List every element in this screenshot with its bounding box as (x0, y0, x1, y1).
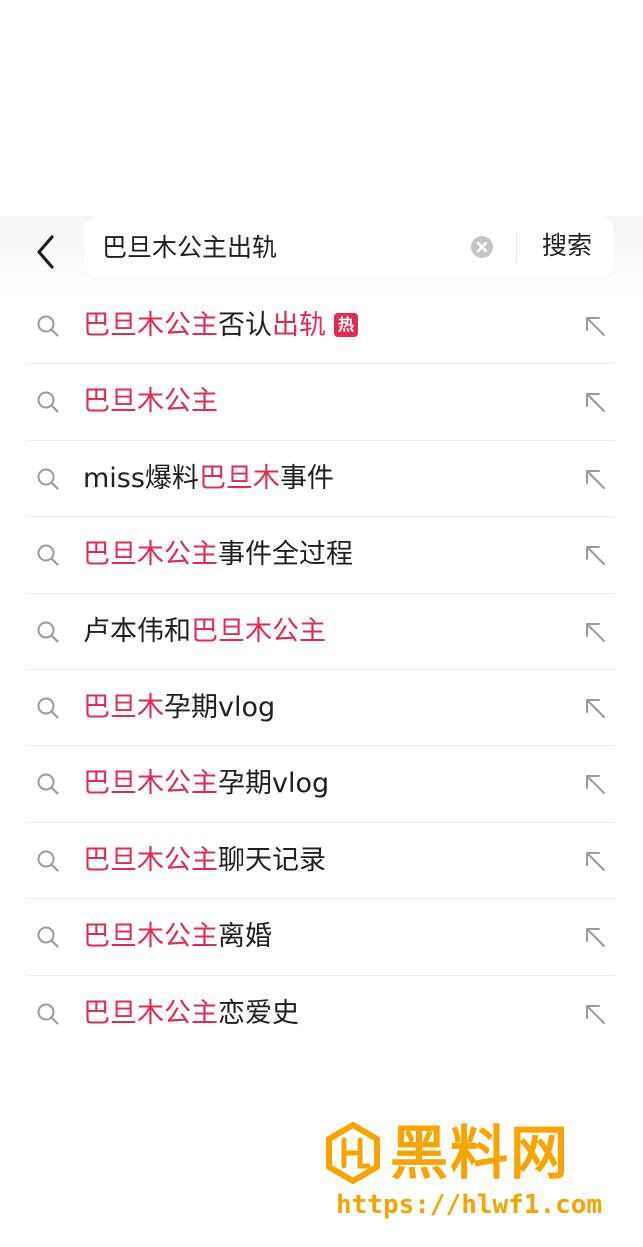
suggestion-match-text: 巴旦木 (83, 691, 164, 723)
arrow-up-left-icon[interactable] (583, 925, 607, 949)
watermark-name: 黑料网 (390, 1119, 571, 1187)
suggestion-item[interactable]: 巴旦木公主 (26, 364, 615, 441)
arrow-up-left-icon[interactable] (583, 1002, 607, 1026)
suggestion-match-text: 巴旦木公主 (83, 768, 218, 800)
search-icon (37, 850, 59, 872)
suggestion-plain-text: 离婚 (218, 921, 272, 953)
suggestion-match-text: 巴旦木公主 (83, 539, 218, 571)
suggestion-plain-text: 孕期vlog (218, 768, 330, 800)
arrow-up-left-icon[interactable] (583, 467, 607, 491)
arrow-up-left-icon[interactable] (583, 772, 607, 796)
suggestion-item[interactable]: 巴旦木公主事件全过程 (26, 517, 615, 594)
suggestion-text: 卢本伟和巴旦木公主 (83, 612, 326, 652)
search-icon (37, 391, 59, 413)
suggestion-text: 巴旦木公主 (83, 382, 218, 422)
suggestion-text: 巴旦木公主恋爱史 (83, 994, 299, 1034)
suggestion-match-text: 出轨 (272, 310, 326, 341)
search-icon (37, 315, 59, 337)
suggestion-item[interactable]: 巴旦木公主孕期vlog (26, 746, 615, 823)
suggestion-plain-text: miss爆料 (83, 462, 199, 494)
suggestion-item[interactable]: 卢本伟和巴旦木公主 (26, 594, 615, 670)
suggestion-item[interactable]: 巴旦木公主聊天记录 (26, 823, 615, 900)
arrow-up-left-icon[interactable] (583, 696, 607, 720)
suggestion-match-text: 巴旦木公主 (83, 997, 218, 1029)
suggestion-item[interactable]: 巴旦木孕期vlog (26, 670, 615, 747)
suggestion-match-text: 巴旦木公主 (83, 310, 218, 341)
clear-circle-icon (471, 236, 493, 258)
suggestion-text: 巴旦木孕期vlog (83, 688, 275, 728)
search-icon (37, 697, 59, 719)
suggestion-match-text: 巴旦木公主 (83, 844, 218, 876)
search-box: 搜索 (84, 216, 614, 278)
arrow-up-left-icon[interactable] (583, 849, 607, 873)
arrow-up-left-icon[interactable] (583, 620, 607, 644)
suggestion-text: 巴旦木公主离婚 (83, 917, 272, 957)
suggestion-item[interactable]: miss爆料巴旦木事件 (26, 441, 615, 518)
suggestion-match-text: 巴旦木公主 (83, 921, 218, 953)
chevron-left-icon (37, 235, 54, 269)
suggestion-text: miss爆料巴旦木事件 (83, 459, 334, 499)
arrow-up-left-icon[interactable] (583, 390, 607, 414)
search-icon (37, 1003, 59, 1025)
search-input[interactable] (102, 226, 462, 266)
suggestion-text: 巴旦木公主事件全过程 (83, 535, 353, 575)
suggestion-text: 巴旦木公主否认出轨热 (83, 306, 358, 346)
watermark: 黑料网 https://hlwf1.com (322, 1118, 622, 1228)
search-divider (516, 232, 517, 262)
suggestion-match-text: 巴旦木 (198, 462, 280, 494)
search-icon (37, 621, 59, 643)
suggestion-text: 巴旦木公主聊天记录 (83, 841, 326, 881)
suggestion-list: 巴旦木公主否认出轨热巴旦木公主 miss爆料巴旦木事件 巴旦木公主事件全过程 卢本伟和… (26, 288, 615, 1052)
suggestion-text: 巴旦木公主孕期vlog (83, 764, 329, 804)
suggestion-plain-text: 聊天记录 (218, 844, 326, 876)
search-icon (37, 468, 59, 490)
clear-button[interactable] (470, 235, 494, 259)
suggestion-item[interactable]: 巴旦木公主否认出轨热 (26, 288, 615, 365)
watermark-logo (326, 1122, 380, 1184)
suggestion-plain-text: 否认 (218, 310, 272, 341)
hot-badge: 热 (334, 313, 358, 337)
arrow-up-left-icon[interactable] (583, 543, 607, 567)
search-header: 搜索 (0, 216, 643, 296)
search-icon (37, 926, 59, 948)
suggestion-plain-text: 事件 (279, 462, 334, 494)
suggestion-plain-text: 恋爱史 (218, 997, 299, 1029)
search-button[interactable]: 搜索 (532, 226, 602, 266)
watermark-url: https://hlwf1.com (336, 1190, 603, 1220)
search-icon (37, 544, 59, 566)
suggestion-match-text: 巴旦木公主 (191, 615, 326, 647)
suggestion-plain-text: 孕期vlog (164, 691, 276, 723)
search-icon (37, 773, 59, 795)
arrow-up-left-icon[interactable] (583, 314, 607, 338)
back-button[interactable] (26, 226, 66, 278)
suggestion-item[interactable]: 巴旦木公主离婚 (26, 899, 615, 976)
suggestion-plain-text: 卢本伟和 (83, 615, 191, 647)
suggestion-item[interactable]: 巴旦木公主恋爱史 (26, 976, 615, 1052)
suggestion-match-text: 巴旦木公主 (83, 386, 218, 418)
suggestion-plain-text: 事件全过程 (218, 539, 353, 571)
